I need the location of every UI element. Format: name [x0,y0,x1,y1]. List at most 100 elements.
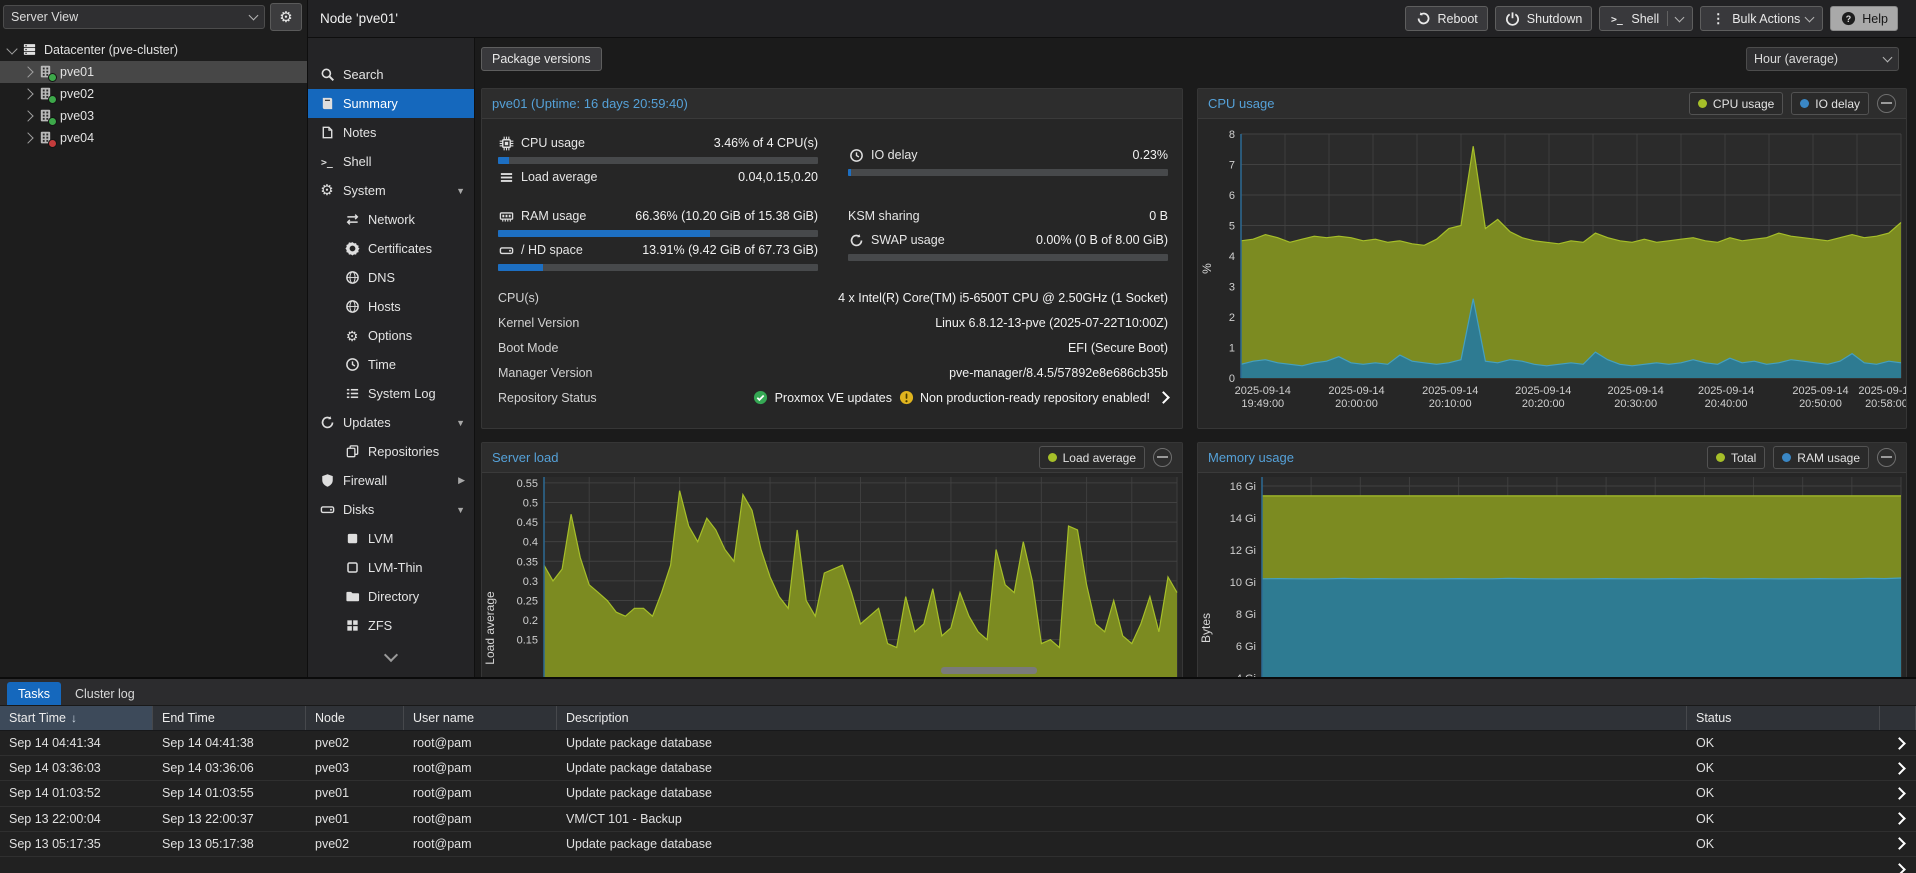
folder-icon [344,589,360,604]
view-selector[interactable]: Server View [3,5,265,29]
horizontal-scrollbar-thumb[interactable] [941,667,1037,674]
column-header-end-time[interactable]: End Time [153,706,306,730]
bulk-actions-button[interactable]: ⋮ Bulk Actions [1700,6,1824,31]
menu-item-search[interactable]: Search [308,60,474,89]
menu-item-summary[interactable]: Summary [308,89,474,118]
svg-text:7: 7 [1229,160,1235,172]
tab-cluster-log[interactable]: Cluster log [64,682,146,705]
chevron-right-icon[interactable] [1893,787,1906,800]
chevron-right-icon[interactable] [22,110,34,122]
time-range-value: Hour (average) [1754,52,1839,66]
time-range-selector[interactable]: Hour (average) [1746,47,1899,71]
menu-item-dns[interactable]: DNS [308,263,474,292]
task-row[interactable]: Sep 14 03:36:03 Sep 14 03:36:06 pve03 root@… [0,756,1916,782]
chevron-right-icon[interactable] [22,132,34,144]
menu-item-hosts[interactable]: Hosts [308,292,474,321]
shutdown-button[interactable]: Shutdown [1494,6,1593,31]
shell-button[interactable]: >_ Shell [1599,6,1694,31]
column-header-description[interactable]: Description [557,706,1687,730]
svg-text:16 Gi: 16 Gi [1230,481,1256,493]
menu-item-label: System Log [368,386,436,401]
legend-item-load-average[interactable]: Load average [1038,446,1145,469]
menu-scroll-more[interactable] [308,647,474,663]
legend-item-total[interactable]: Total [1706,446,1766,469]
menu-item-lvm-thin[interactable]: LVM-Thin [308,553,474,582]
gauge-io-delay: IO delay 0.23% [848,144,1168,176]
memory-usage-panel: Memory usage Total RAM usage 16 Gi 14 Gi 12 G… [1197,442,1907,677]
collapse-panel-icon[interactable] [1153,448,1172,467]
help-button[interactable]: ? Help [1830,6,1898,31]
chevron-right-icon[interactable] [22,88,34,100]
expand-down-icon[interactable]: ▼ [456,186,465,196]
task-row[interactable]: Sep 14 01:03:52 Sep 14 01:03:55 pve01 root@… [0,781,1916,807]
task-row[interactable]: Sep 14 04:41:34 Sep 14 04:41:38 pve02 root@… [0,731,1916,757]
expand-down-icon[interactable]: ▼ [456,505,465,515]
column-header-node[interactable]: Node [306,706,404,730]
menu-item-system-log[interactable]: System Log [308,379,474,408]
column-header-user-name[interactable]: User name [404,706,557,730]
tree-item-pve01[interactable]: pve01 [0,61,307,83]
tasks-panel: Tasks Cluster log Start Time ↓ End Time Node… [0,677,1916,873]
chevron-right-icon[interactable] [1893,862,1906,873]
menu-item-label: Shell [343,154,372,169]
tree-item-pve02[interactable]: pve02 [0,83,307,105]
package-versions-button[interactable]: Package versions [481,47,602,71]
tree-item-label: pve04 [60,131,95,145]
column-header-spacer [1880,706,1916,730]
menu-item-shell[interactable]: >_ Shell [308,147,474,176]
legend-item-ram-usage[interactable]: RAM usage [1773,446,1869,469]
tree-settings-button[interactable]: ⚙ [270,3,302,31]
menu-item-repositories[interactable]: Repositories [308,437,474,466]
info-label: CPU(s) [498,290,539,305]
info-row-manager-version: Manager Version pve-manager/8.4.5/57892e8… [498,360,1168,385]
menu-item-time[interactable]: Time [308,350,474,379]
gauge--hd-space: / HD space 13.91% (9.42 GiB of 67.73 GiB) [498,239,818,271]
menu-item-options[interactable]: ⚙ Options [308,321,474,350]
info-label: Repository Status [498,390,597,405]
menu-item-disks[interactable]: Disks ▼ [308,495,474,524]
collapse-panel-icon[interactable] [1877,94,1896,113]
gauge-label: IO delay [871,148,918,162]
menu-item-lvm[interactable]: LVM [308,524,474,553]
reboot-button[interactable]: Reboot [1405,6,1488,31]
tree-item-pve03[interactable]: pve03 [0,105,307,127]
chevron-right-icon[interactable] [1893,761,1906,775]
summary-gauges-left: CPU usage 3.46% of 4 CPU(s) Load average 0.… [498,132,818,271]
tab-tasks[interactable]: Tasks [7,682,61,705]
menu-item-notes[interactable]: Notes [308,118,474,147]
task-row[interactable]: Sep 13 22:00:04 Sep 13 22:00:37 pve01 root@… [0,806,1916,832]
content-area: Package versions Hour (average) pve01 (U… [475,38,1916,677]
legend-item-cpu-usage[interactable]: CPU usage [1688,92,1784,115]
legend-item-io-delay[interactable]: IO delay [1791,92,1869,115]
menu-item-network[interactable]: Network [308,205,474,234]
expand-down-icon[interactable]: ▼ [456,418,465,428]
tree-item-pve04[interactable]: pve04 [0,127,307,149]
task-row[interactable]: Sep 13 05:17:35 Sep 13 05:17:38 pve02 root@… [0,831,1916,857]
chevron-down-icon [1674,12,1685,22]
chevron-right-icon[interactable] [1893,812,1906,826]
legend-label: IO delay [1815,96,1860,111]
chevron-right-icon[interactable] [1893,837,1906,851]
info-label: Kernel Version [498,315,580,330]
chevron-right-icon[interactable] [1157,391,1170,404]
column-header-start-time[interactable]: Start Time ↓ [0,706,153,730]
task-row[interactable] [0,856,1916,873]
chevron-right-icon[interactable] [1893,736,1906,750]
chevron-right-icon[interactable] [22,66,34,78]
column-header-status[interactable]: Status [1687,706,1880,730]
server-load-panel: Server load Load average 0.55 0.5 0.45 0.4 0.3… [481,442,1183,677]
chevron-down-icon[interactable] [6,42,18,55]
load-icon [498,170,514,185]
menu-item-system[interactable]: ⚙ System ▼ [308,176,474,205]
menu-item-directory[interactable]: Directory [308,582,474,611]
svg-text:0.4: 0.4 [523,537,538,549]
tree-item-datacenter[interactable]: Datacenter (pve-cluster) [0,39,307,61]
menu-item-certificates[interactable]: Certificates [308,234,474,263]
expand-right-icon[interactable]: ▶ [458,475,465,486]
collapse-panel-icon[interactable] [1877,448,1896,467]
task-cell [153,857,306,873]
menu-item-updates[interactable]: Updates ▼ [308,408,474,437]
svg-text:12 Gi: 12 Gi [1230,545,1256,557]
menu-item-zfs[interactable]: ZFS [308,611,474,640]
menu-item-firewall[interactable]: Firewall ▶ [308,466,474,495]
